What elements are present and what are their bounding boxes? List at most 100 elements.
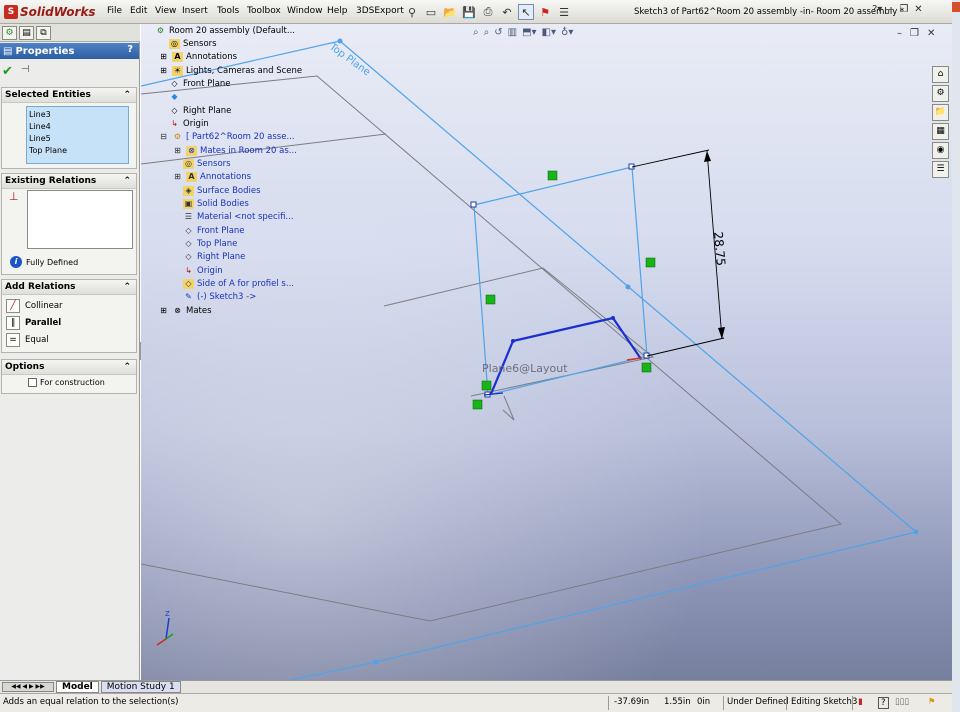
expand-icon[interactable]: ⊞ xyxy=(172,146,183,156)
feature-manager-tab[interactable]: ⚙ xyxy=(2,26,17,40)
collapse-chevron-icon[interactable]: ⌃ xyxy=(123,88,131,103)
expand-icon[interactable]: ⊞ xyxy=(158,66,169,76)
for-construction-option[interactable]: For construction xyxy=(28,378,105,387)
print-icon[interactable]: ⎙ xyxy=(480,4,496,20)
list-item[interactable]: Line4 xyxy=(29,121,126,133)
restore-icon[interactable]: ❐ xyxy=(899,4,908,15)
display-style-icon[interactable]: ◧▾ xyxy=(542,27,556,38)
tab-motion-study[interactable]: Motion Study 1 xyxy=(100,681,181,693)
menu-tools[interactable]: Tools xyxy=(217,6,239,16)
tree-item[interactable]: ▣ Solid Bodies xyxy=(183,199,249,209)
tree-item[interactable]: ◆ xyxy=(169,92,183,102)
open-folder-icon[interactable]: 📂 xyxy=(442,4,458,20)
appearances-icon[interactable]: ◉ xyxy=(932,142,949,159)
midpoint[interactable] xyxy=(625,284,631,290)
collapse-icon[interactable]: ⊟ xyxy=(158,132,169,142)
tree-item[interactable]: ◎ Sensors xyxy=(183,159,231,169)
status-help-button[interactable]: ? xyxy=(878,697,889,709)
menu-edit[interactable]: Edit xyxy=(130,6,147,16)
sketch-point[interactable] xyxy=(511,339,515,343)
tree-item[interactable]: ◇ Right Plane xyxy=(169,106,231,116)
sketch-point[interactable] xyxy=(611,316,615,320)
for-construction-checkbox[interactable] xyxy=(28,378,37,387)
tree-item[interactable]: ⊞ A Annotations xyxy=(158,52,237,62)
tree-item[interactable]: ◇ Front Plane xyxy=(183,226,244,236)
list-item[interactable]: Line5 xyxy=(29,133,126,145)
collapse-chevron-icon[interactable]: ⌃ xyxy=(123,360,131,375)
list-item[interactable]: Line3 xyxy=(29,109,126,121)
rebuild-status-icon[interactable]: ▮ xyxy=(858,697,863,707)
help-button[interactable]: ? xyxy=(127,44,133,55)
tab-model[interactable]: Model xyxy=(56,681,99,693)
tree-item[interactable]: ◇ Side of A for profiel s... xyxy=(183,279,294,289)
view-palette-icon[interactable]: ▦ xyxy=(932,123,949,140)
new-document-icon[interactable]: ▭ xyxy=(423,4,439,20)
existing-relations-header[interactable]: Existing Relations ⌃ xyxy=(2,174,136,189)
design-library-icon[interactable]: ⚙ xyxy=(932,85,949,102)
plane6-label[interactable]: Plane6@Layout xyxy=(482,362,568,375)
view-orientation-icon[interactable]: ⬒▾ xyxy=(522,27,536,38)
vertical-relation-icon[interactable] xyxy=(485,294,496,305)
expand-icon[interactable]: ⊞ xyxy=(158,306,169,316)
expand-icon[interactable]: ⊞ xyxy=(172,172,183,182)
menu-help[interactable]: Help xyxy=(327,6,348,16)
select-pointer-icon[interactable]: ↖ xyxy=(518,4,534,20)
zoom-to-fit-icon[interactable]: ⌕ xyxy=(473,27,479,38)
undo-icon[interactable]: ↶ xyxy=(499,4,515,20)
menu-insert[interactable]: Insert xyxy=(182,6,208,16)
property-manager-tab[interactable]: ▤ xyxy=(19,26,34,40)
coincident-relation-icon[interactable] xyxy=(472,399,483,410)
viewport-restore-icon[interactable]: ❐ xyxy=(910,28,919,39)
model-viewport[interactable]: 28.75 Plane6@Layout Top Plane Z xyxy=(141,24,952,680)
graphics-area[interactable]: 28.75 Plane6@Layout Top Plane Z ⚙ Room 20… xyxy=(141,24,952,680)
coincident-relation-icon[interactable] xyxy=(641,362,652,373)
plane-vertex[interactable] xyxy=(337,38,343,44)
options-header[interactable]: Options ⌃ xyxy=(2,360,136,375)
plane-vertex[interactable] xyxy=(913,529,919,535)
selected-entities-list[interactable]: Line3 Line4 Line5 Top Plane xyxy=(26,106,129,164)
options-icon[interactable]: ☰ xyxy=(556,4,572,20)
existing-relations-list[interactable] xyxy=(27,190,133,249)
viewport-close-icon[interactable]: ✕ xyxy=(927,28,935,39)
expand-icon[interactable]: ⊞ xyxy=(158,52,169,62)
selected-entities-header[interactable]: Selected Entities ⌃ xyxy=(2,88,136,103)
tree-item[interactable]: ↳ Origin xyxy=(169,119,209,129)
section-view-icon[interactable]: ▥ xyxy=(508,27,517,38)
collapse-chevron-icon[interactable]: ⌃ xyxy=(123,280,131,295)
horizontal-relation-icon[interactable] xyxy=(547,170,558,181)
tab-scroll-arrows[interactable]: ◀◀ ◀ ▶ ▶▶ xyxy=(2,682,54,692)
custom-properties-icon[interactable]: ☰ xyxy=(932,161,949,178)
configuration-manager-tab[interactable]: ⧉ xyxy=(36,26,51,40)
menu-window[interactable]: Window xyxy=(287,6,323,16)
quick-tips-icon[interactable]: ⚑ xyxy=(928,697,936,707)
zoom-to-area-icon[interactable]: ⌕ xyxy=(484,27,490,38)
pin-icon[interactable]: ⚲ xyxy=(404,4,420,20)
collapse-chevron-icon[interactable]: ⌃ xyxy=(123,174,131,189)
tree-item[interactable]: ⊞ ⊗ Mates in Room 20 as... xyxy=(172,146,297,156)
previous-view-icon[interactable]: ↺ xyxy=(494,27,502,38)
tree-item[interactable]: ✎ (-) Sketch3 -> xyxy=(183,292,256,302)
menu-view[interactable]: View xyxy=(155,6,176,16)
endpoint-handle[interactable] xyxy=(470,201,477,208)
tree-item[interactable]: ↳ Origin xyxy=(183,266,223,276)
help-dropdown-icon[interactable]: ?▾ xyxy=(872,4,882,15)
tree-root[interactable]: ⚙ Room 20 assembly (Default... xyxy=(155,26,295,36)
save-icon[interactable]: 💾 xyxy=(461,4,477,20)
tree-item[interactable]: ◎ Sensors xyxy=(169,39,217,49)
tree-item[interactable]: ⊟ ⚙[ Part62^Room 20 asse... xyxy=(158,132,294,142)
add-relations-header[interactable]: Add Relations ⌃ xyxy=(2,280,136,295)
file-explorer-icon[interactable]: 📁 xyxy=(932,104,949,121)
pushpin-icon[interactable]: ⊣ xyxy=(21,64,30,79)
vertical-relation-icon[interactable] xyxy=(645,257,656,268)
minimize-icon[interactable]: – xyxy=(888,4,893,15)
menu-3dsexport[interactable]: 3DSExport xyxy=(356,6,404,16)
tree-item[interactable]: ☰ Material <not specifi... xyxy=(183,212,294,222)
tree-item[interactable]: ⊞ A Annotations xyxy=(172,172,251,182)
home-icon[interactable]: ⌂ xyxy=(932,66,949,83)
tree-item[interactable]: ◇ Front Plane xyxy=(169,79,230,89)
menu-toolbox[interactable]: Toolbox xyxy=(247,6,281,16)
tree-item[interactable]: ◇ Top Plane xyxy=(183,239,237,249)
tree-item[interactable]: ⊞ ⊗ Mates xyxy=(158,306,211,316)
hide-show-items-icon[interactable]: ♁▾ xyxy=(561,27,573,38)
relation-collinear[interactable]: ╱ Collinear xyxy=(6,299,63,313)
